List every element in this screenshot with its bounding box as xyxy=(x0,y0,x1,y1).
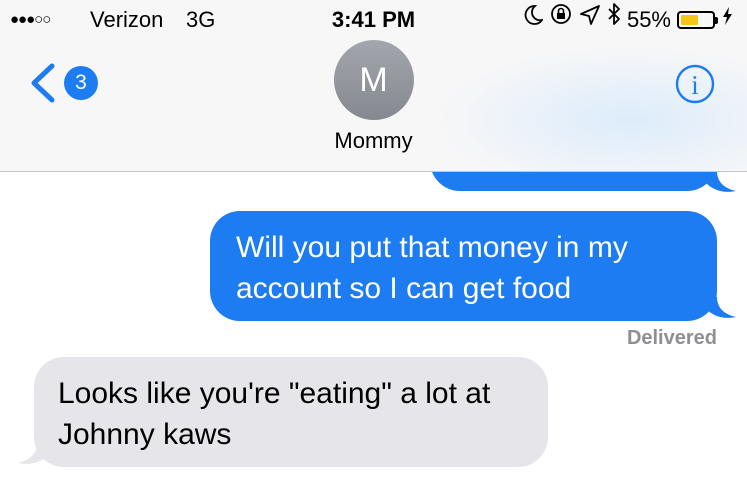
avatar[interactable]: M xyxy=(333,40,414,120)
battery-percent: 55% xyxy=(626,7,671,32)
bluetooth-icon xyxy=(607,0,621,40)
battery-fill xyxy=(681,15,698,25)
navigation-header: ●●●○○ Verizon 3G 3:41 PM 55% 3 M Mommy i xyxy=(0,0,747,172)
delivery-status: Delivered xyxy=(626,327,717,349)
rotation-lock-icon xyxy=(549,0,573,40)
battery-nub xyxy=(715,17,718,24)
message-bubble-outgoing[interactable]: Will you put that money in my account so… xyxy=(210,211,717,321)
bubble-tail xyxy=(700,297,736,318)
contact-name[interactable]: Mommy xyxy=(0,128,747,154)
moon-icon xyxy=(523,0,545,40)
message-text: Looks like you're "eating" a lot at John… xyxy=(58,377,491,451)
message-thread[interactable]: Will you put that money in my account so… xyxy=(0,131,747,480)
contact-header[interactable]: M Mommy xyxy=(0,40,747,154)
message-bubble-incoming[interactable]: Looks like you're "eating" a lot at John… xyxy=(34,357,548,467)
bubble-tail xyxy=(18,443,54,464)
message-text: Will you put that money in my account so… xyxy=(236,231,628,305)
battery-icon xyxy=(677,11,718,29)
status-icons: 55% xyxy=(523,0,733,40)
info-label: i xyxy=(691,70,699,100)
info-icon[interactable]: i xyxy=(675,64,715,104)
charging-bolt-icon xyxy=(721,0,733,40)
location-arrow-icon xyxy=(579,0,601,40)
status-bar: ●●●○○ Verizon 3G 3:41 PM 55% xyxy=(0,0,747,40)
bubble-tail xyxy=(700,171,736,192)
